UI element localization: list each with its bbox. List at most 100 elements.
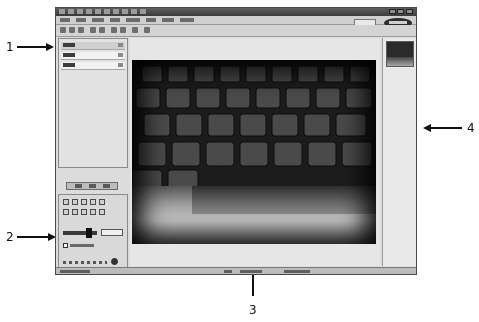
status-text: [284, 270, 310, 273]
menu-item[interactable]: [76, 18, 86, 22]
zoom-button[interactable]: [111, 258, 118, 265]
zoom-icon[interactable]: [132, 27, 138, 33]
color-icon[interactable]: [81, 199, 87, 205]
menu-item[interactable]: [126, 18, 140, 22]
status-text: [224, 270, 232, 273]
open-icon[interactable]: [60, 27, 66, 33]
key: [345, 87, 373, 109]
tree-item[interactable]: [61, 62, 125, 70]
key: [171, 141, 201, 167]
panel-button[interactable]: [103, 184, 110, 188]
menu-item[interactable]: [146, 18, 156, 22]
tree-item-label: [63, 53, 75, 57]
key: [193, 65, 215, 83]
key: [205, 141, 235, 167]
status-text: [60, 270, 90, 273]
adjust-slider-thumb[interactable]: [86, 228, 92, 238]
key: [141, 65, 163, 83]
callout-arrow-1: [17, 46, 48, 48]
close-button[interactable]: [406, 9, 413, 14]
effect-icon[interactable]: [63, 209, 69, 215]
callout-arrow-4: [430, 127, 462, 129]
contrast-icon[interactable]: [72, 199, 78, 205]
status-text: [240, 270, 262, 273]
menu-item[interactable]: [162, 18, 174, 22]
key: [225, 87, 251, 109]
key: [135, 87, 161, 109]
keyboard-spacebar: [192, 186, 376, 214]
thumbnail-image: [387, 57, 413, 66]
callout-arrow-2: [17, 236, 50, 238]
rotate-icon[interactable]: [111, 27, 117, 33]
save-icon[interactable]: [69, 27, 75, 33]
window-title: [59, 9, 149, 14]
option-checkbox[interactable]: [63, 243, 68, 248]
resize-icon[interactable]: [99, 199, 105, 205]
option-label: [70, 244, 94, 247]
key: [315, 87, 341, 109]
menu-item[interactable]: [92, 18, 104, 22]
status-bar: [56, 267, 416, 274]
panel-button[interactable]: [89, 184, 96, 188]
redeye-icon[interactable]: [72, 209, 78, 215]
key: [297, 65, 319, 83]
tree-item[interactable]: [61, 52, 125, 60]
key: [143, 113, 171, 137]
app-window: [55, 7, 417, 275]
key: [165, 87, 191, 109]
title-bar: [56, 8, 416, 16]
callout-number-1: 1: [6, 40, 14, 54]
key: [207, 113, 235, 137]
key: [255, 87, 281, 109]
key: [239, 113, 267, 137]
tree-item[interactable]: [61, 42, 125, 50]
minimize-button[interactable]: [389, 9, 396, 14]
callout-arrowhead-1: [46, 43, 54, 51]
key: [239, 141, 269, 167]
key: [219, 65, 241, 83]
chevron-down-icon: [118, 53, 123, 57]
key: [175, 113, 203, 137]
chevron-down-icon: [118, 63, 123, 67]
edit-tools-panel: [58, 194, 128, 272]
key: [245, 65, 267, 83]
thumbnail-panel: [382, 38, 416, 266]
panel-button[interactable]: [75, 184, 82, 188]
key: [341, 141, 373, 167]
callout-number-4: 4: [467, 121, 475, 135]
key: [303, 113, 331, 137]
adjust-value-field[interactable]: [101, 229, 123, 236]
menu-item[interactable]: [60, 18, 70, 22]
chevron-down-icon: [118, 43, 123, 47]
print-icon[interactable]: [78, 27, 84, 33]
manual-figure: 1 2 3 4: [0, 0, 479, 322]
crop-icon[interactable]: [120, 27, 126, 33]
thumbnail[interactable]: [386, 41, 414, 67]
brightness-icon[interactable]: [63, 199, 69, 205]
key: [137, 141, 167, 167]
zoom-scale[interactable]: [63, 261, 107, 264]
redo-icon[interactable]: [99, 27, 105, 33]
frame-icon[interactable]: [90, 209, 96, 215]
text-icon[interactable]: [81, 209, 87, 215]
toolbar: [56, 25, 416, 37]
callout-number-3: 3: [249, 303, 257, 317]
image-preview[interactable]: [132, 60, 376, 244]
key: [167, 65, 189, 83]
undo-icon[interactable]: [90, 27, 96, 33]
tree-item-label: [63, 43, 75, 47]
key: [271, 113, 299, 137]
settings-icon[interactable]: [144, 27, 150, 33]
image-preview-area: [130, 38, 380, 266]
key: [271, 65, 293, 83]
key: [323, 65, 345, 83]
flip-icon[interactable]: [99, 209, 105, 215]
key: [307, 141, 337, 167]
maximize-button[interactable]: [397, 9, 404, 14]
sharpen-icon[interactable]: [90, 199, 96, 205]
folder-tree-panel: [58, 38, 128, 168]
menu-item[interactable]: [110, 18, 120, 22]
key: [335, 113, 367, 137]
menu-item[interactable]: [180, 18, 194, 22]
panel-button-bar: [66, 182, 118, 190]
